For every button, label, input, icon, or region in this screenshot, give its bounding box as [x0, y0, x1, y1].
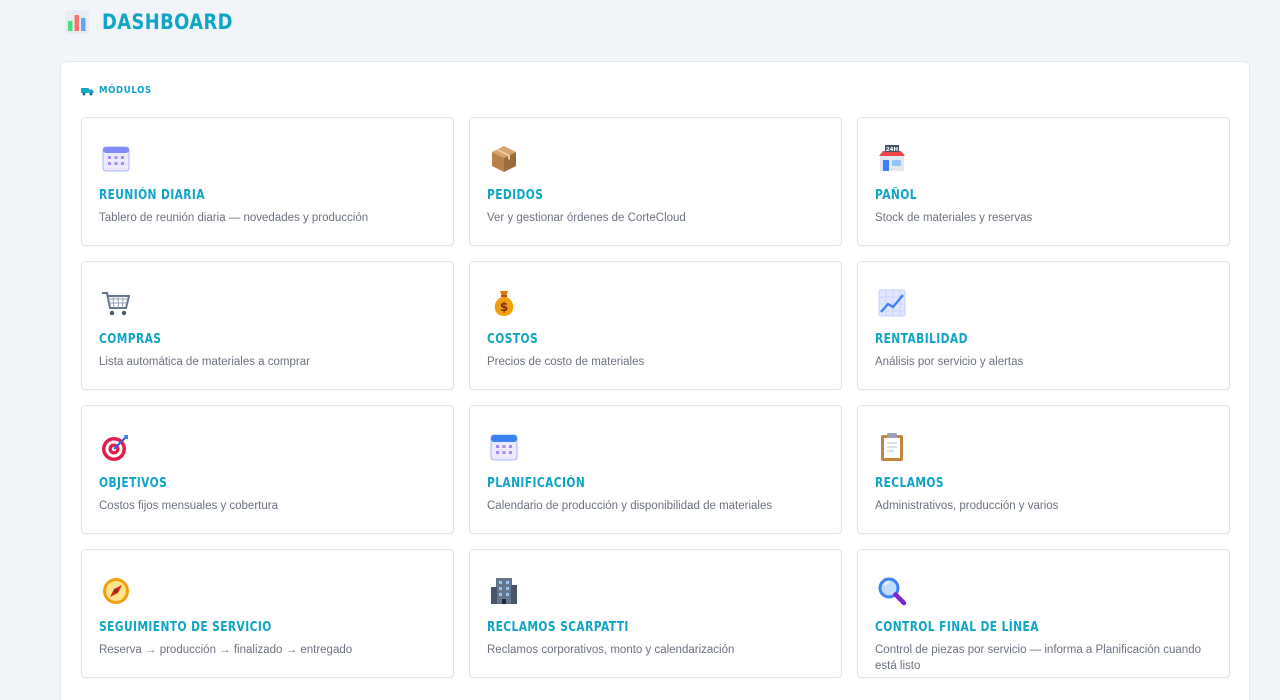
module-card-seguimiento-de-servicio[interactable]: SEGUIMIENTO DE SERVICIO Reserva → produc… — [81, 549, 454, 678]
page-title: DASHBOARD — [102, 10, 233, 34]
module-card-compras[interactable]: COMPRAS Lista automática de materiales a… — [81, 261, 454, 390]
module-title: RECLAMOS — [875, 476, 944, 491]
magnifier-icon — [878, 577, 907, 606]
module-card-reunion-diaria[interactable]: REUNIÓN DIARIA Tablero de reunión diaria… — [81, 117, 454, 246]
module-title: RENTABILIDAD — [875, 332, 968, 347]
page-header: DASHBOARD — [64, 8, 256, 36]
calendar-icon — [490, 434, 518, 461]
calendar-grid-icon — [102, 146, 130, 172]
office-building-icon — [491, 578, 517, 604]
module-card-control-final-de-linea[interactable]: CONTROL FINAL DE LÍNEA Control de piezas… — [857, 549, 1230, 678]
module-title: COSTOS — [487, 332, 539, 347]
module-card-planificacion[interactable]: PLANIFICACIÓN Calendario de producción y… — [469, 405, 842, 534]
module-title: PEDIDOS — [487, 188, 544, 203]
svg-text:24H: 24H — [886, 147, 899, 153]
compass-icon — [103, 578, 129, 604]
bar-chart-icon — [65, 10, 89, 34]
module-title: PAÑOL — [875, 188, 917, 203]
store-24h-icon: 24H — [879, 145, 905, 171]
svg-text:$: $ — [500, 300, 508, 314]
module-description: Lista automática de materiales a comprar — [99, 356, 310, 368]
module-description: Precios de costo de materiales — [487, 356, 645, 368]
section-header: MÓDULOS — [81, 85, 161, 96]
package-icon — [492, 146, 516, 172]
module-title: COMPRAS — [99, 332, 162, 347]
money-bag-icon: $ — [494, 291, 514, 316]
module-description: Reclamos corporativos, monto y calendari… — [487, 644, 735, 656]
module-card-reclamos-scarpatti[interactable]: RECLAMOS SCARPATTI Reclamos corporativos… — [469, 549, 842, 678]
shopping-cart-icon — [102, 292, 131, 316]
module-description: Administrativos, producción y varios — [875, 500, 1059, 512]
module-description: Control de piezas por servicio — informa… — [875, 644, 1201, 672]
target-icon — [102, 435, 128, 461]
module-title: PLANIFICACIÓN — [487, 476, 586, 491]
module-title: SEGUIMIENTO DE SERVICIO — [99, 620, 272, 635]
module-description: Stock de materiales y reservas — [875, 212, 1033, 224]
chart-increasing-icon — [878, 289, 906, 317]
module-description: Tablero de reunión diaria — novedades y … — [99, 212, 369, 224]
module-description: Ver y gestionar órdenes de CorteCloud — [487, 212, 686, 224]
module-card-rentabilidad[interactable]: RENTABILIDAD Análisis por servicio y ale… — [857, 261, 1230, 390]
module-description: Reserva → producción → finalizado → entr… — [99, 644, 353, 656]
modules-panel: MÓDULOS REUNIÓN DIARIA Tablero de reunió… — [60, 61, 1250, 700]
module-card-objetivos[interactable]: OBJETIVOS Costos fijos mensuales y cober… — [81, 405, 454, 534]
truck-icon — [81, 87, 94, 95]
module-title: RECLAMOS SCARPATTI — [487, 620, 629, 635]
module-title: CONTROL FINAL DE LÍNEA — [875, 620, 1039, 635]
clipboard-icon — [881, 433, 903, 461]
module-description: Análisis por servicio y alertas — [875, 356, 1024, 368]
module-description: Costos fijos mensuales y cobertura — [99, 500, 278, 512]
module-card-costos[interactable]: $ COSTOS Precios de costo de materiales — [469, 261, 842, 390]
module-description: Calendario de producción y disponibilida… — [487, 500, 773, 512]
section-title: MÓDULOS — [99, 85, 152, 96]
module-card-reclamos[interactable]: RECLAMOS Administrativos, producción y v… — [857, 405, 1230, 534]
module-title: REUNIÓN DIARIA — [99, 188, 205, 203]
module-card-pedidos[interactable]: PEDIDOS Ver y gestionar órdenes de Corte… — [469, 117, 842, 246]
module-title: OBJETIVOS — [99, 476, 168, 491]
modules-grid: REUNIÓN DIARIA Tablero de reunión diaria… — [81, 117, 1230, 678]
module-card-panol[interactable]: 24H PAÑOL Stock de materiales y reservas — [857, 117, 1230, 246]
